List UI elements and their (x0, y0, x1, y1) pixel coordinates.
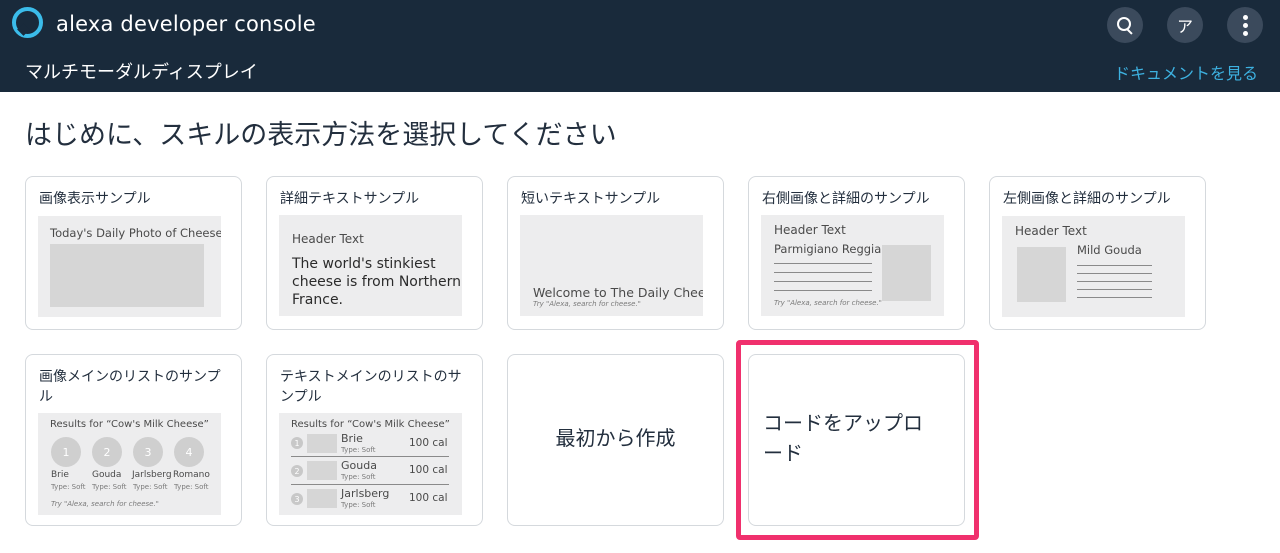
list-item-name: Jarlsberg (132, 470, 172, 480)
card-title: 詳細テキストサンプル (280, 191, 420, 207)
list-divider (291, 484, 449, 485)
preview-results: Results for “Cow's Milk Cheese” (50, 419, 209, 430)
list-item-number: 2 (291, 465, 303, 477)
card-preview: Header Text Mild Gouda (1002, 216, 1185, 317)
list-item-name: Brie (51, 470, 69, 480)
card-title: 画像表示サンプル (39, 191, 151, 207)
preview-line (1077, 281, 1152, 282)
card-title: 短いテキストサンプル (521, 191, 661, 207)
preview-hint: Try "Alexa, search for cheese." (51, 500, 159, 508)
search-button[interactable] (1107, 7, 1143, 43)
list-item-cal: 100 cal (409, 437, 448, 449)
card-title: 右側画像と詳細のサンプル (762, 191, 930, 207)
preview-header: Header Text (1015, 224, 1087, 238)
list-item-image: 3 (133, 437, 163, 467)
list-item-type: Type: Soft (341, 501, 376, 509)
avatar[interactable]: ア (1167, 7, 1203, 43)
list-item-cal: 100 cal (409, 464, 448, 476)
card-title: 最初から作成 (555, 426, 676, 450)
top-bar: alexa developer console マルチモーダルディスプレイ ドキ… (0, 0, 1280, 92)
list-divider (291, 456, 449, 457)
page-title: マルチモーダルディスプレイ (25, 62, 258, 83)
preview-image (882, 245, 931, 301)
list-item-type: Type: Soft (341, 473, 376, 481)
list-item-type: Type: Soft (92, 483, 127, 491)
preview-subtitle: Parmigiano Reggiano (774, 242, 896, 256)
preview-header: Header Text (292, 232, 364, 246)
list-item-image (307, 461, 337, 480)
card-image-list[interactable]: 画像メインのリストのサンプル Results for “Cow's Milk C… (25, 354, 242, 526)
list-item-name: Jarlsberg (341, 487, 390, 500)
list-item-name: Brie (341, 432, 363, 445)
preview-body-line: The world's stinkiest (292, 256, 436, 272)
preview-results: Results for “Cow's Milk Cheese” (291, 419, 450, 430)
preview-line (774, 272, 872, 273)
card-preview: Header Text The world's stinkiest cheese… (279, 215, 462, 316)
preview-line (1077, 273, 1152, 274)
preview-line (1077, 289, 1152, 290)
page-heading: はじめに、スキルの表示方法を選択してください (25, 120, 617, 151)
card-title: 画像メインのリストのサンプル (39, 369, 221, 405)
list-item-image (307, 434, 337, 453)
preview-body-line: France. (292, 292, 344, 308)
docs-link[interactable]: ドキュメントを見る (1114, 60, 1258, 84)
preview-image (1017, 247, 1066, 302)
preview-hint: Try "Alexa, search for cheese." (533, 300, 641, 308)
card-text-list[interactable]: テキストメインのリストのサンプル Results for “Cow's Milk… (266, 354, 483, 526)
preview-subtitle: Mild Gouda (1077, 243, 1142, 257)
preview-image (50, 244, 204, 307)
list-item-type: Type: Soft (341, 446, 376, 454)
more-vertical-icon (1242, 14, 1248, 36)
preview-title: Today's Daily Photo of Cheese (50, 226, 221, 240)
card-title-line: ード (763, 441, 803, 465)
preview-line (1077, 265, 1152, 266)
list-item-image: 4 (174, 437, 204, 467)
card-title-line: コードをアップロ (763, 411, 923, 435)
preview-body-line: cheese is from Northern (292, 274, 461, 290)
card-left-image-detail[interactable]: 左側画像と詳細のサンプル Header Text Mild Gouda (989, 176, 1206, 330)
card-preview: Today's Daily Photo of Cheese (38, 216, 221, 317)
list-item-name: Gouda (92, 470, 122, 480)
list-item-type: Type: Soft (133, 483, 168, 491)
preview-line (774, 290, 872, 291)
card-title: テキストメインのリストのサンプル (280, 369, 462, 405)
list-item-cal: 100 cal (409, 492, 448, 504)
preview-line (774, 263, 872, 264)
preview-line (774, 281, 872, 282)
card-right-image-detail[interactable]: 右側画像と詳細のサンプル Header Text Parmigiano Regg… (748, 176, 965, 330)
list-item-image: 2 (92, 437, 122, 467)
card-detail-text[interactable]: 詳細テキストサンプル Header Text The world's stink… (266, 176, 483, 330)
search-icon (1117, 17, 1133, 33)
preview-body: Welcome to The Daily Cheese (533, 285, 703, 300)
list-item-number: 1 (291, 437, 303, 449)
card-preview: Header Text Parmigiano Reggiano Try "Ale… (761, 215, 944, 316)
card-from-scratch[interactable]: 最初から作成 (507, 354, 724, 526)
preview-line (1077, 297, 1152, 298)
list-item-image (307, 489, 337, 508)
list-item-type: Type: Soft (174, 483, 209, 491)
list-item-image: 1 (51, 437, 81, 467)
more-menu-button[interactable] (1227, 7, 1263, 43)
list-item-number: 3 (291, 493, 303, 505)
card-image-display[interactable]: 画像表示サンプル Today's Daily Photo of Cheese (25, 176, 242, 330)
card-preview: Results for “Cow's Milk Cheese” 1 2 3 4 … (38, 413, 221, 515)
alexa-logo-icon[interactable] (12, 7, 43, 38)
list-item-name: Romano (173, 470, 210, 480)
card-short-text[interactable]: 短いテキストサンプル Welcome to The Daily Cheese T… (507, 176, 724, 330)
card-upload-code[interactable]: コードをアップロ ード (748, 354, 965, 526)
card-preview: Welcome to The Daily Cheese Try "Alexa, … (520, 215, 703, 316)
list-item-name: Gouda (341, 459, 377, 472)
list-item-type: Type: Soft (51, 483, 86, 491)
card-preview: Results for “Cow's Milk Cheese” 1 Brie T… (279, 413, 462, 515)
card-title: 左側画像と詳細のサンプル (1003, 191, 1171, 207)
preview-hint: Try "Alexa, search for cheese." (774, 299, 882, 307)
brand-title[interactable]: alexa developer console (56, 12, 316, 36)
preview-header: Header Text (774, 223, 846, 237)
